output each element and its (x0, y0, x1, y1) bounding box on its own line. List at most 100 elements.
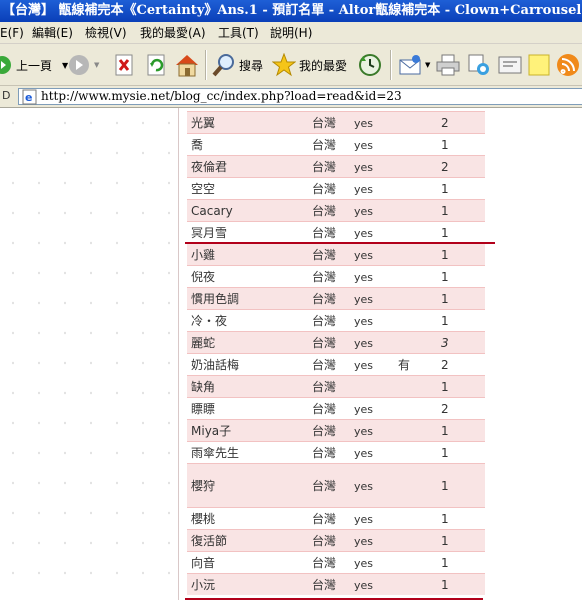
home-icon (174, 53, 200, 77)
name-cell: 冷・夜 (191, 314, 228, 328)
menu-file[interactable]: E(F) (0, 22, 24, 44)
name-cell: 麗蛇 (191, 336, 216, 350)
mail-dropdown-icon[interactable]: ▼ (425, 61, 430, 69)
location-cell: 台灣 (312, 270, 337, 284)
name-cell: 喬 (191, 138, 204, 152)
location-cell: 台灣 (312, 182, 337, 196)
table-row: 小雞 台灣 yes 1 (187, 243, 485, 265)
location-cell: 台灣 (312, 336, 337, 350)
yes-cell: yes (354, 117, 374, 130)
history-clock-icon (358, 53, 382, 77)
name-cell: 空空 (191, 182, 216, 196)
dotted-background (0, 108, 175, 600)
rss-button[interactable] (556, 52, 580, 78)
name-cell: 夜倫君 (191, 160, 228, 174)
back-button[interactable]: 上一頁 ▼ (0, 52, 68, 78)
name-cell: 缺角 (191, 380, 216, 394)
menu-favorites[interactable]: 我的最愛(A) (140, 22, 206, 44)
location-cell: 台灣 (312, 248, 337, 262)
forward-dropdown-icon[interactable]: ▼ (94, 61, 99, 69)
edit-button[interactable] (498, 52, 522, 78)
table-row: 冷・夜 台灣 yes 1 (187, 309, 485, 331)
location-cell: 台灣 (312, 534, 337, 548)
star-icon (271, 52, 297, 77)
address-field[interactable]: e http://www.mysie.net/blog_cc/index.php… (18, 88, 582, 105)
yes-cell: yes (354, 403, 374, 416)
name-cell: 光翼 (191, 116, 216, 130)
table-row: 奶油話梅 台灣 yes 有 2 (187, 353, 485, 375)
table-row: 喬 台灣 yes 1 (187, 133, 485, 155)
location-cell: 台灣 (312, 116, 337, 130)
table-row: 櫻狩 台灣 yes 1 (187, 463, 485, 507)
stop-button[interactable] (114, 52, 134, 78)
yes-cell: yes (354, 161, 374, 174)
location-cell: 台灣 (312, 578, 337, 592)
table-row: 向音 台灣 yes 1 (187, 551, 485, 573)
home-button[interactable] (174, 52, 200, 78)
menu-tools[interactable]: 工具(T) (218, 22, 259, 44)
count-cell: 2 (441, 358, 449, 372)
location-cell: 台灣 (312, 226, 337, 240)
name-cell: 櫻狩 (191, 479, 216, 493)
location-cell: 台灣 (312, 380, 337, 394)
mail-button[interactable]: ▼ (398, 52, 430, 78)
table-row: 空空 台灣 yes 1 (187, 177, 485, 199)
address-bar: D e http://www.mysie.net/blog_cc/index.p… (0, 86, 582, 108)
location-cell: 台灣 (312, 292, 337, 306)
menu-edit[interactable]: 編輯(E) (32, 22, 73, 44)
location-cell: 台灣 (312, 424, 337, 438)
location-cell: 台灣 (312, 358, 337, 372)
refresh-button[interactable] (146, 52, 166, 78)
count-cell: 1 (441, 182, 449, 196)
print-button[interactable] (436, 52, 460, 78)
name-cell: 復活節 (191, 534, 228, 548)
refresh-icon (146, 54, 166, 76)
yes-cell: yes (354, 315, 374, 328)
table-row: 冥月雪 台灣 yes 1 (187, 221, 485, 243)
forward-button[interactable]: ▼ (68, 52, 99, 78)
name-cell: 小沅 (191, 578, 216, 592)
toolbar-separator (390, 50, 392, 80)
name-cell: 小雞 (191, 248, 216, 262)
yes-cell: yes (354, 579, 374, 592)
favorites-label: 我的最愛 (299, 58, 348, 73)
printer-icon (436, 54, 460, 76)
table-row: 復活節 台灣 yes 1 (187, 529, 485, 551)
table-row: 慣用色調 台灣 yes 1 (187, 287, 485, 309)
column-divider (178, 108, 179, 600)
location-cell: 台灣 (312, 556, 337, 570)
mail-icon (398, 54, 424, 76)
yes-cell: yes (354, 447, 374, 460)
yes-cell: yes (354, 480, 374, 493)
count-cell: 1 (441, 248, 449, 262)
count-cell: 1 (441, 270, 449, 284)
count-cell: 1 (441, 204, 449, 218)
menu-help[interactable]: 說明(H) (270, 22, 312, 44)
name-cell: 倪夜 (191, 270, 216, 284)
name-cell: 慣用色調 (191, 292, 240, 306)
messenger-icon (468, 53, 490, 77)
count-cell: 1 (441, 380, 449, 394)
sticky-note-icon (528, 54, 550, 76)
notes-button[interactable] (528, 52, 550, 78)
table-row: 夜倫君 台灣 yes 2 (187, 155, 485, 177)
table-row: 雨傘先生 台灣 yes 1 (187, 441, 485, 463)
messenger-button[interactable] (468, 52, 490, 78)
back-label: 上一頁 (16, 58, 53, 73)
yes-cell: yes (354, 227, 374, 240)
count-cell: 1 (441, 556, 449, 570)
location-cell: 台灣 (312, 446, 337, 460)
favorites-button[interactable]: 我的最愛 (271, 52, 348, 78)
table-row: 光翼 台灣 yes 2 (187, 111, 485, 133)
count-cell: 1 (441, 424, 449, 438)
yes-cell: yes (354, 205, 374, 218)
count-cell: 1 (441, 446, 449, 460)
back-arrow-icon (0, 55, 12, 75)
count-cell: 2 (441, 116, 449, 130)
location-cell: 台灣 (312, 512, 337, 526)
count-cell: 1 (441, 512, 449, 526)
menu-view[interactable]: 檢視(V) (85, 22, 127, 44)
search-button[interactable]: 搜尋 (212, 52, 263, 78)
history-button[interactable] (358, 52, 382, 78)
table-row: 小沅 台灣 yes 1 (187, 573, 485, 595)
